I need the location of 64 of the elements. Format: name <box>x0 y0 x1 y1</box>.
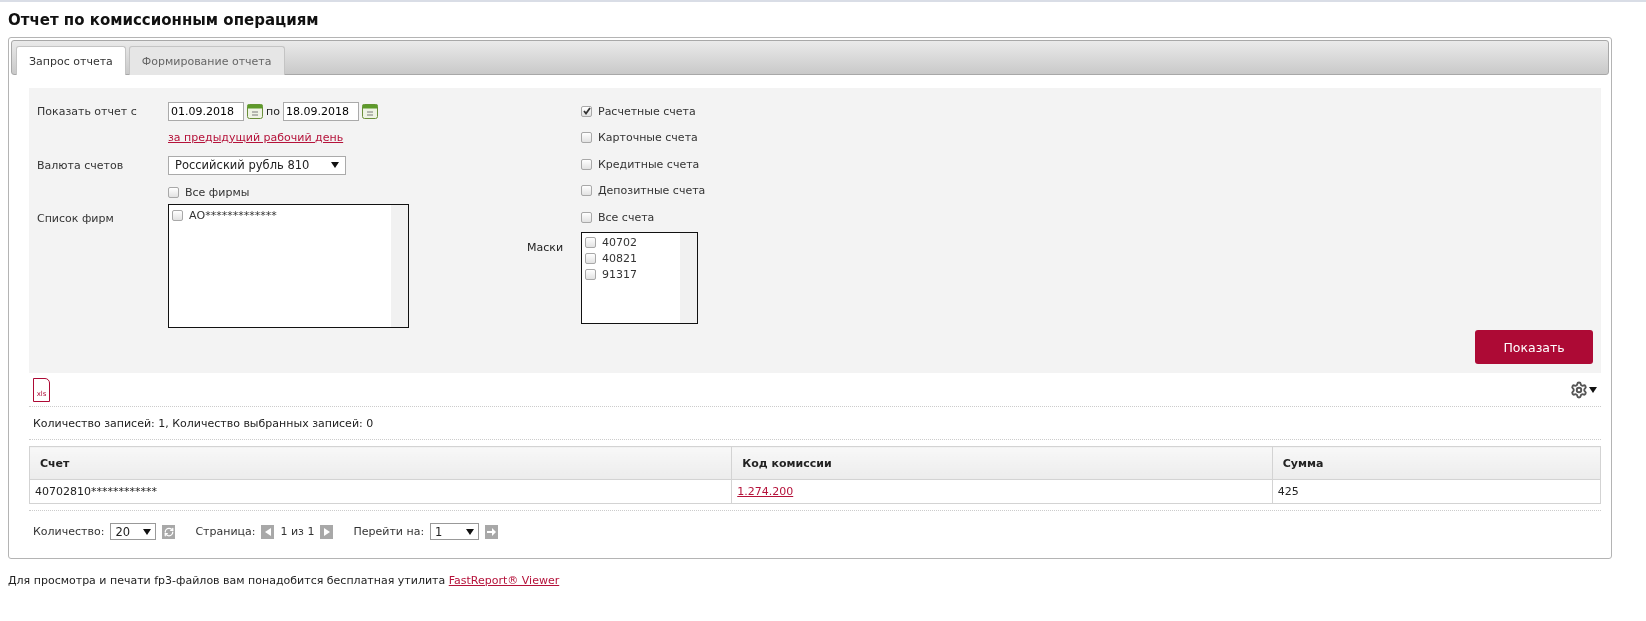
list-item-label: АО************* <box>189 208 277 222</box>
currency-select[interactable]: Российский рубль 810 <box>168 155 346 175</box>
table-cell: 40702810************ <box>29 479 732 504</box>
page-title: Отчет по комиссионным операциям <box>8 11 320 29</box>
go-to-page-select[interactable]: 1 <box>430 523 480 540</box>
footer-note: Для просмотра и печати fp3-файлов вам понадобится бесплатная утилита FastReport® Viewer <box>8 574 560 587</box>
caret-icon <box>331 162 339 168</box>
date-to-field[interactable]: 18.09.2018 <box>282 101 359 121</box>
date-separator: по <box>266 104 280 118</box>
checkbox[interactable] <box>581 185 592 197</box>
calendar-icon[interactable] <box>247 103 263 119</box>
right-arrow-icon <box>323 527 330 536</box>
go-button[interactable] <box>485 524 499 539</box>
field-label: Маски <box>527 240 565 254</box>
page-label: Страница: <box>195 525 256 538</box>
viewer-link[interactable]: FastReport® Viewer <box>448 574 560 587</box>
checkbox[interactable] <box>168 186 179 198</box>
checkbox[interactable] <box>581 211 592 223</box>
refresh-button[interactable] <box>162 524 176 539</box>
checkbox-label: Карточные счета <box>598 131 698 145</box>
page-size-select[interactable]: 20 <box>110 523 157 540</box>
caret-icon <box>466 528 475 535</box>
checkbox-label: Депозитные счета <box>598 184 706 198</box>
column-header: Код комиссии <box>731 446 1273 480</box>
checkbox-label: Все фирмы <box>185 185 250 199</box>
caret-icon <box>143 528 152 535</box>
checkbox-label: Кредитные счета <box>598 157 700 171</box>
caret-icon <box>1589 387 1597 393</box>
checkbox[interactable] <box>581 105 592 117</box>
checkbox[interactable] <box>581 158 592 170</box>
scrollbar[interactable] <box>680 232 697 323</box>
field-label: Валюта счетов <box>37 158 125 172</box>
go-to-label: Перейти на: <box>353 525 425 538</box>
page-indicator: 1 из 1 <box>280 525 315 538</box>
table-cell: 425 <box>1272 479 1601 504</box>
list-item-label: 40702 <box>602 236 637 249</box>
left-arrow-icon <box>264 527 271 536</box>
checkbox[interactable] <box>585 269 596 280</box>
list-item-label: 91317 <box>602 268 637 281</box>
checkbox-label: Все счета <box>598 210 655 224</box>
column-header: Счет <box>29 446 732 480</box>
show-button[interactable]: Показать <box>1475 330 1593 364</box>
next-page-button[interactable] <box>320 524 334 539</box>
page-size-label: Количество: <box>33 525 105 538</box>
checkbox[interactable] <box>172 209 183 221</box>
tab[interactable]: Формирование отчета <box>128 46 285 75</box>
previous-page-button[interactable] <box>261 524 275 539</box>
date-from-field[interactable]: 01.09.2018 <box>168 101 244 121</box>
checkbox[interactable] <box>581 132 592 144</box>
calendar-icon[interactable] <box>361 103 378 119</box>
settings-button[interactable] <box>1570 381 1597 399</box>
checkbox-label: Расчетные счета <box>598 104 696 118</box>
records-summary: Количество записей: 1, Количество выбранных записей: 0 <box>29 407 1601 440</box>
list-item-label: 40821 <box>602 252 637 265</box>
checkbox[interactable] <box>585 237 596 248</box>
scrollbar[interactable] <box>391 205 408 327</box>
commission-code-link[interactable]: 1.274.200 <box>737 485 794 498</box>
checkbox[interactable] <box>585 253 596 264</box>
arrow-icon <box>487 527 497 536</box>
field-label: Показать отчет с <box>37 104 138 118</box>
column-header: Сумма <box>1272 446 1601 480</box>
field-label: Список фирм <box>37 212 115 225</box>
previous-day-link[interactable]: за предыдущий рабочий день <box>168 130 344 144</box>
tab[interactable]: Запрос отчета <box>16 46 126 75</box>
